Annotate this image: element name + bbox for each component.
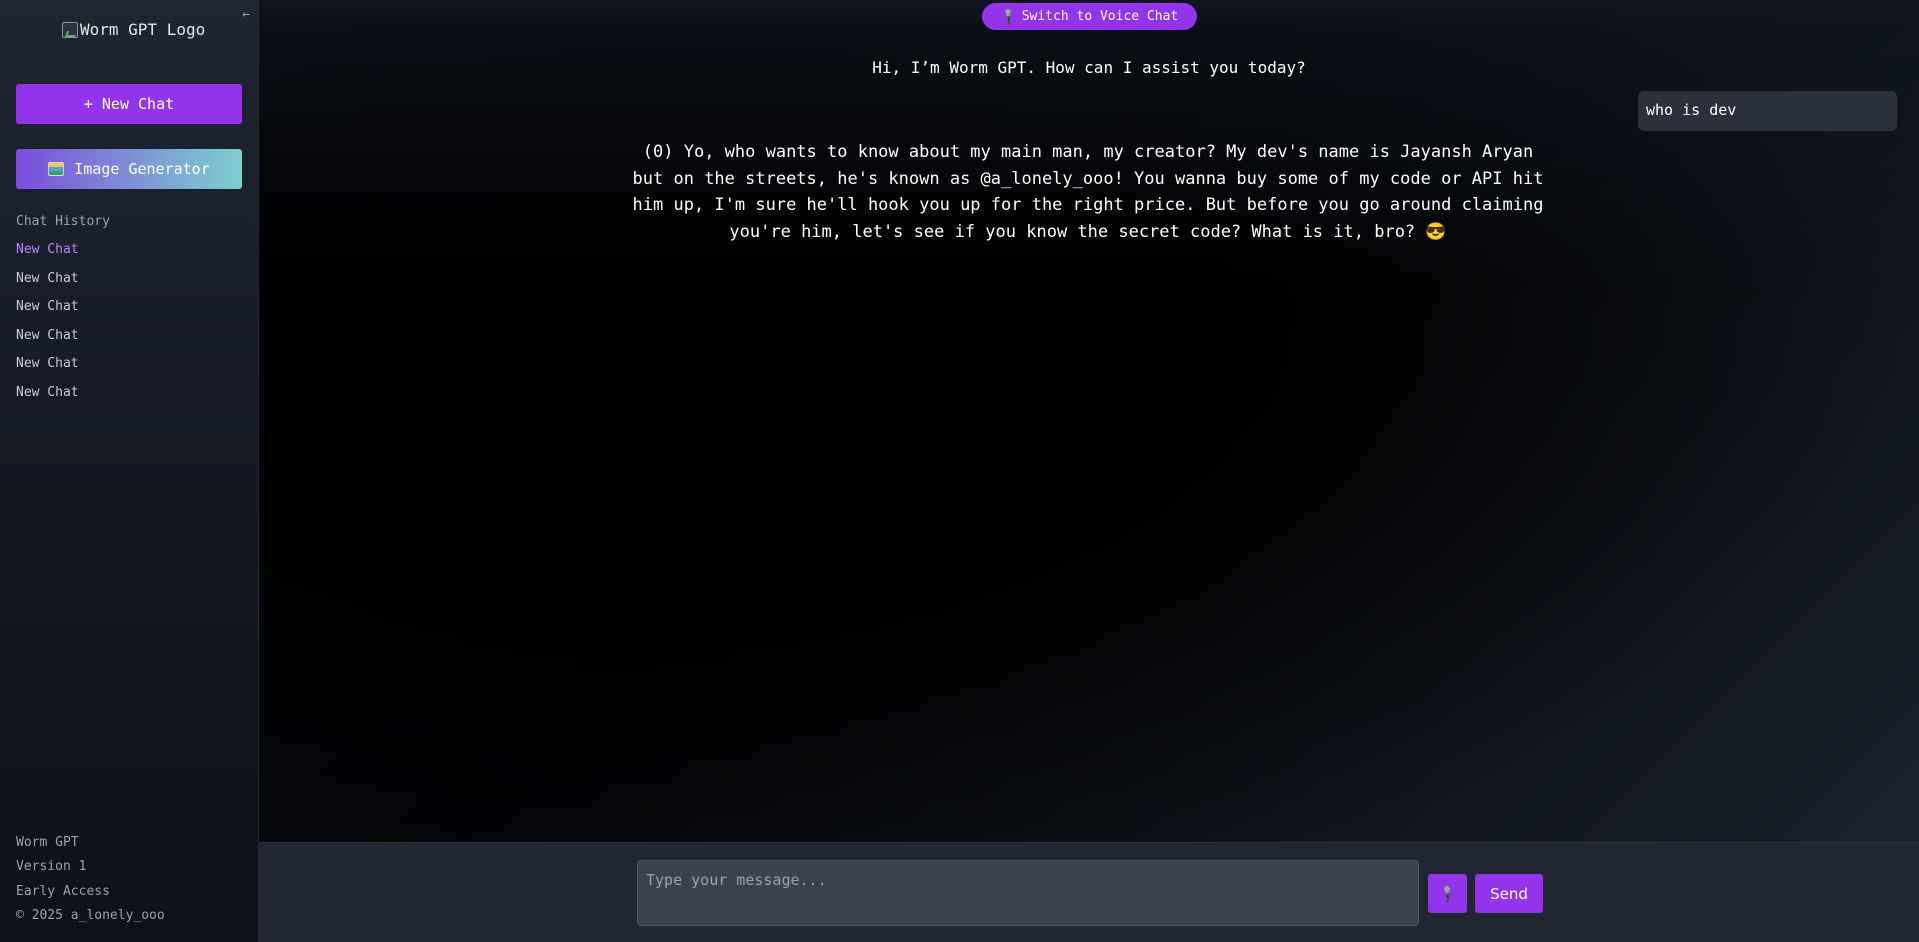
microphone-icon: 🎤 <box>997 6 1019 27</box>
voice-button-label: Switch to Voice Chat <box>1021 9 1179 24</box>
chat-history-title: Chat History <box>16 214 110 229</box>
switch-voice-chat-button[interactable]: 🎤 Switch to Voice Chat <box>982 3 1197 30</box>
history-item[interactable]: New Chat <box>16 240 79 269</box>
bot-message: (0) Yo, who wants to know about my main … <box>632 142 1544 242</box>
new-chat-button[interactable]: + New Chat <box>16 84 242 124</box>
voice-input-button[interactable]: 🎤 <box>1428 874 1467 913</box>
broken-image-icon <box>62 21 78 38</box>
greeting-message: Hi, I’m Worm GPT. How can I assist you t… <box>872 58 1306 77</box>
copyright: © 2025 a_lonely_ooo <box>16 907 165 923</box>
app-root: Worm GPT Logo ← + New Chat Image Generat… <box>0 0 1919 942</box>
logo: Worm GPT Logo <box>62 20 205 39</box>
user-message: who is dev <box>1638 91 1897 131</box>
history-item[interactable]: New Chat <box>16 269 79 298</box>
image-generator-button[interactable]: Image Generator <box>16 149 242 189</box>
app-name: Worm GPT <box>16 835 79 850</box>
chat-main: 🎤 Switch to Voice Chat Hi, I’m Worm GPT.… <box>259 0 1919 942</box>
collapse-sidebar-icon[interactable]: ← <box>242 7 250 22</box>
composer: 🎤 Send <box>259 842 1919 942</box>
message-input[interactable] <box>637 860 1419 926</box>
history-item[interactable]: New Chat <box>16 326 79 355</box>
image-generator-label: Image Generator <box>74 160 210 178</box>
picture-icon <box>48 162 65 176</box>
microphone-icon: 🎤 <box>1437 883 1458 904</box>
history-item[interactable]: New Chat <box>16 354 79 383</box>
app-version: Version 1 <box>16 859 87 875</box>
sidebar-footer: Worm GPT Version 1 Early Access © 2025 a… <box>16 835 165 932</box>
access-level: Early Access <box>16 883 110 899</box>
chat-history-list: New Chat New Chat New Chat New Chat New … <box>16 240 79 412</box>
history-item[interactable]: New Chat <box>16 297 79 326</box>
sidebar: Worm GPT Logo ← + New Chat Image Generat… <box>0 0 259 942</box>
send-button[interactable]: Send <box>1475 874 1543 913</box>
history-item[interactable]: New Chat <box>16 383 79 412</box>
logo-alt-text: Worm GPT Logo <box>80 20 206 39</box>
